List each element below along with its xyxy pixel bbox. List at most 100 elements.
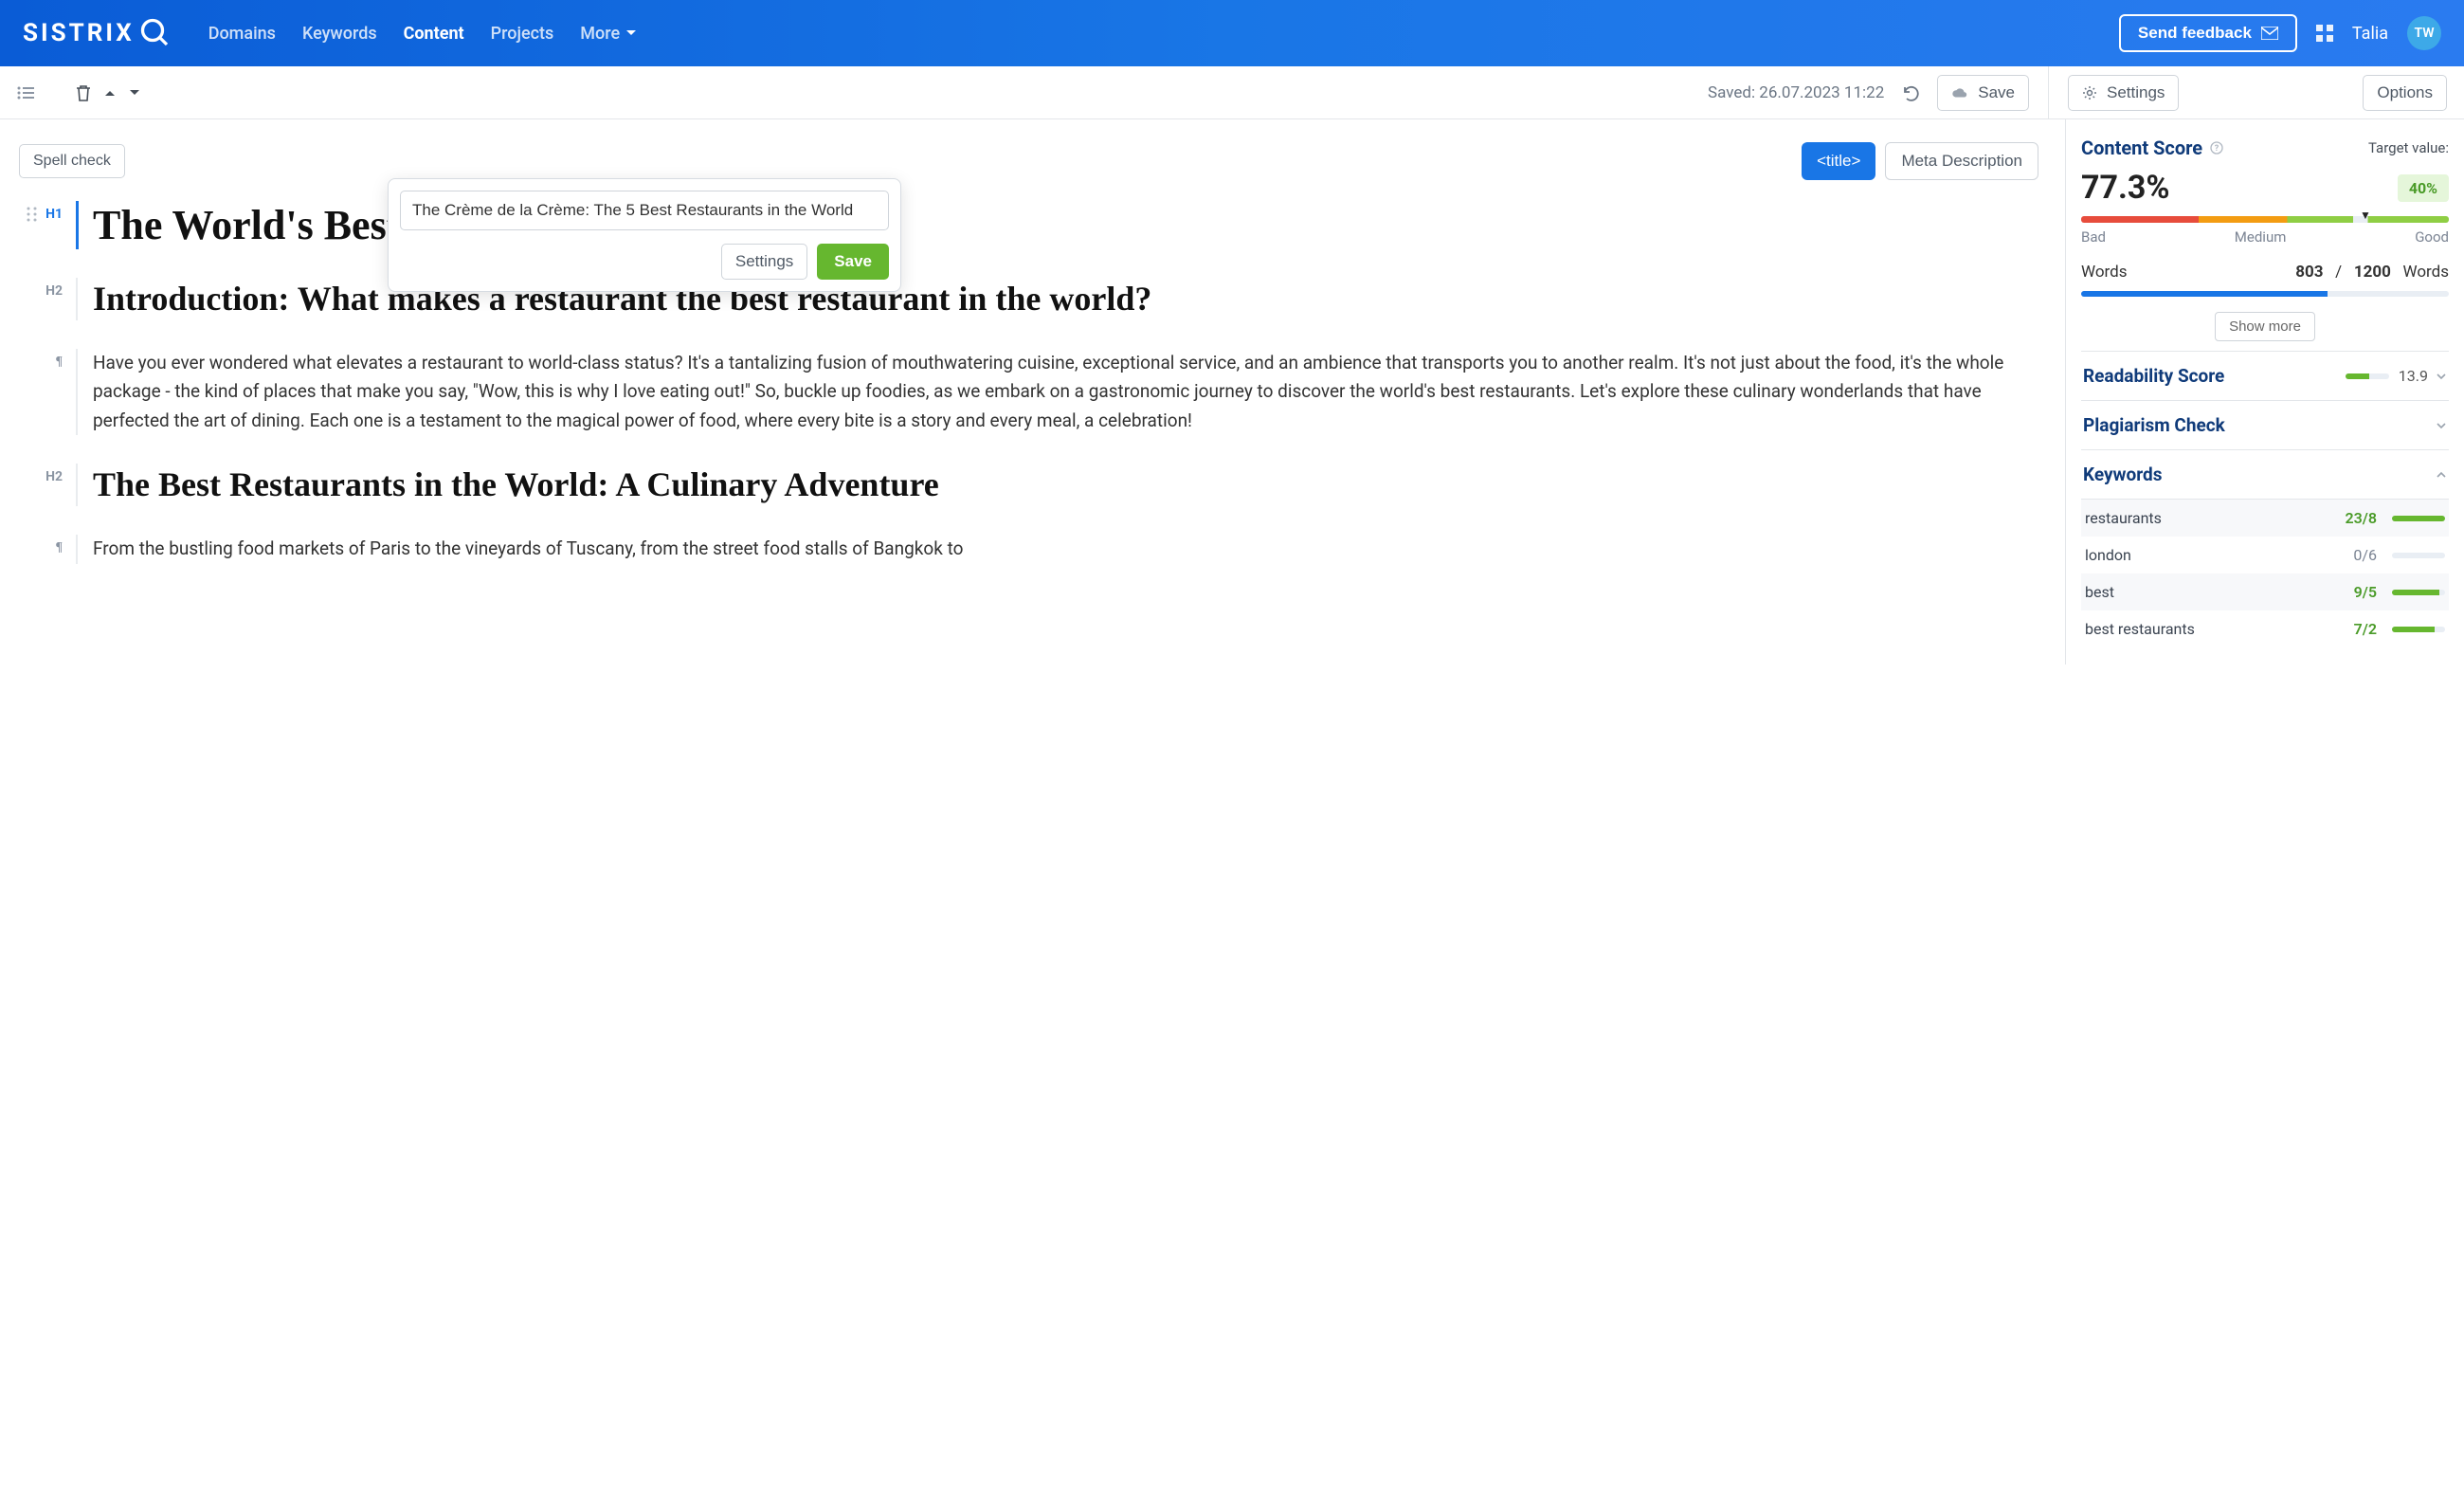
pilcrow-icon: ¶ bbox=[55, 540, 63, 555]
block-p1: ¶ Have you ever wondered what elevates a… bbox=[19, 349, 2038, 435]
score-bar: ▼ Bad Medium Good bbox=[2081, 216, 2449, 246]
topnav-right: Send feedback Talia TW bbox=[2119, 14, 2441, 52]
keyword-value: 0/6 bbox=[2337, 546, 2377, 564]
plagiarism-label: Plagiarism Check bbox=[2083, 414, 2225, 436]
undo-icon[interactable] bbox=[1901, 83, 1920, 102]
h2-adventure-text[interactable]: The Best Restaurants in the World: A Cul… bbox=[93, 464, 2038, 506]
keyword-name: best restaurants bbox=[2085, 620, 2337, 638]
readability-value: 13.9 bbox=[2399, 367, 2428, 385]
send-feedback-button[interactable]: Send feedback bbox=[2119, 14, 2297, 52]
gutter-h2-label: H2 bbox=[45, 469, 63, 484]
content-score-value: 77.3% bbox=[2081, 169, 2170, 207]
keyword-bar bbox=[2392, 516, 2445, 521]
keyword-name: london bbox=[2085, 546, 2337, 564]
brand-logo[interactable]: SISTRIX bbox=[23, 16, 172, 50]
title-tag-button[interactable]: <title> bbox=[1802, 142, 1875, 180]
editor-column: Spell check <title> Meta Description H1 … bbox=[0, 119, 2066, 664]
popover-settings-button[interactable]: Settings bbox=[721, 244, 807, 280]
words-unit: Words bbox=[2403, 263, 2450, 282]
nav-keywords[interactable]: Keywords bbox=[302, 24, 377, 44]
search-icon bbox=[138, 16, 172, 50]
keyword-bar bbox=[2392, 590, 2445, 595]
h2-intro-content[interactable]: Introduction: What makes a restaurant th… bbox=[76, 278, 2038, 320]
user-name[interactable]: Talia bbox=[2352, 24, 2388, 44]
trash-icon[interactable] bbox=[76, 84, 91, 101]
nav-domains[interactable]: Domains bbox=[208, 24, 276, 44]
legend-good: Good bbox=[2415, 228, 2449, 246]
p1-text[interactable]: Have you ever wondered what elevates a r… bbox=[93, 349, 2038, 435]
block-h2-adventure: H2 The Best Restaurants in the World: A … bbox=[19, 464, 2038, 506]
keywords-header[interactable]: Keywords bbox=[2081, 449, 2449, 499]
cloud-icon bbox=[1951, 86, 1968, 100]
gutter-h2-label: H2 bbox=[45, 283, 63, 299]
keyword-name: best bbox=[2085, 583, 2337, 601]
p2-text[interactable]: From the bustling food markets of Paris … bbox=[93, 535, 2038, 563]
avatar[interactable]: TW bbox=[2407, 16, 2441, 50]
save-button[interactable]: Save bbox=[1937, 75, 2029, 111]
keywords-list: restaurants23/8london0/6best9/5best rest… bbox=[2081, 499, 2449, 647]
caret-down-icon[interactable] bbox=[129, 88, 140, 98]
caret-up-icon[interactable] bbox=[104, 88, 116, 98]
options-button[interactable]: Options bbox=[2363, 75, 2447, 111]
editor-toolbar: Spell check <title> Meta Description bbox=[19, 142, 2038, 180]
h1-content[interactable]: The World's Best bbox=[76, 201, 2038, 249]
nav-content[interactable]: Content bbox=[404, 24, 464, 44]
words-current: 803 bbox=[2295, 263, 2323, 282]
mail-icon bbox=[2261, 27, 2278, 40]
words-progress bbox=[2081, 291, 2449, 297]
nav-projects[interactable]: Projects bbox=[491, 24, 554, 44]
title-popover: Settings Save bbox=[388, 178, 901, 292]
top-nav: SISTRIX Domains Keywords Content Project… bbox=[0, 0, 2464, 66]
svg-text:?: ? bbox=[2215, 144, 2219, 154]
keywords-label: Keywords bbox=[2083, 464, 2162, 485]
list-icon[interactable] bbox=[17, 86, 34, 100]
title-input[interactable] bbox=[400, 191, 889, 230]
h2-intro-text[interactable]: Introduction: What makes a restaurant th… bbox=[93, 278, 2038, 320]
caret-down-icon bbox=[625, 27, 637, 39]
p1-content[interactable]: Have you ever wondered what elevates a r… bbox=[76, 349, 2038, 435]
chevron-down-icon bbox=[2436, 371, 2447, 382]
keyword-value: 23/8 bbox=[2337, 509, 2377, 527]
spell-check-button[interactable]: Spell check bbox=[19, 144, 125, 178]
plagiarism-row[interactable]: Plagiarism Check bbox=[2081, 400, 2449, 449]
meta-description-button[interactable]: Meta Description bbox=[1885, 142, 2038, 180]
brand-text: SISTRIX bbox=[23, 19, 135, 47]
legend-bad: Bad bbox=[2081, 228, 2106, 246]
readability-row[interactable]: Readability Score 13.9 bbox=[2081, 351, 2449, 400]
h1-text[interactable]: The World's Best bbox=[93, 201, 2038, 249]
drag-handle-icon[interactable] bbox=[27, 207, 38, 222]
saved-timestamp: Saved: 26.07.2023 11:22 bbox=[1708, 83, 1884, 102]
block-h2-intro: H2 Introduction: What makes a restaurant… bbox=[19, 278, 2038, 320]
content-score-label: Content Score ? bbox=[2081, 137, 2223, 159]
main-layout: Spell check <title> Meta Description H1 … bbox=[0, 119, 2464, 664]
show-more-button[interactable]: Show more bbox=[2215, 312, 2315, 341]
score-marker-icon: ▼ bbox=[2360, 209, 2371, 222]
words-label: Words bbox=[2081, 263, 2128, 282]
readability-bar bbox=[2346, 373, 2389, 379]
content-score-panel: Content Score ? Target value: 77.3% 40% … bbox=[2081, 137, 2449, 341]
readability-label: Readability Score bbox=[2083, 365, 2224, 387]
nav-items: Domains Keywords Content Projects More bbox=[208, 24, 637, 44]
target-value-label: Target value: bbox=[2368, 139, 2449, 156]
p2-content[interactable]: From the bustling food markets of Paris … bbox=[76, 535, 2038, 563]
keyword-row[interactable]: restaurants23/8 bbox=[2081, 500, 2449, 537]
gear-icon bbox=[2082, 85, 2097, 100]
info-icon[interactable]: ? bbox=[2210, 141, 2223, 155]
keyword-row[interactable]: best restaurants7/2 bbox=[2081, 610, 2449, 647]
sidebar: Content Score ? Target value: 77.3% 40% … bbox=[2066, 119, 2464, 664]
keyword-bar bbox=[2392, 553, 2445, 558]
grid-icon[interactable] bbox=[2316, 25, 2333, 42]
chevron-down-icon bbox=[2436, 420, 2447, 431]
words-row: Words 803 / 1200 Words bbox=[2081, 263, 2449, 282]
target-badge: 40% bbox=[2398, 174, 2449, 202]
block-h1: H1 The World's Best bbox=[19, 201, 2038, 249]
keyword-name: restaurants bbox=[2085, 509, 2337, 527]
popover-save-button[interactable]: Save bbox=[817, 244, 889, 280]
keyword-bar bbox=[2392, 627, 2445, 632]
nav-more[interactable]: More bbox=[580, 24, 637, 44]
h2-adventure-content[interactable]: The Best Restaurants in the World: A Cul… bbox=[76, 464, 2038, 506]
block-p2: ¶ From the bustling food markets of Pari… bbox=[19, 535, 2038, 563]
settings-button[interactable]: Settings bbox=[2068, 75, 2179, 111]
keyword-row[interactable]: best9/5 bbox=[2081, 573, 2449, 610]
keyword-row[interactable]: london0/6 bbox=[2081, 537, 2449, 573]
